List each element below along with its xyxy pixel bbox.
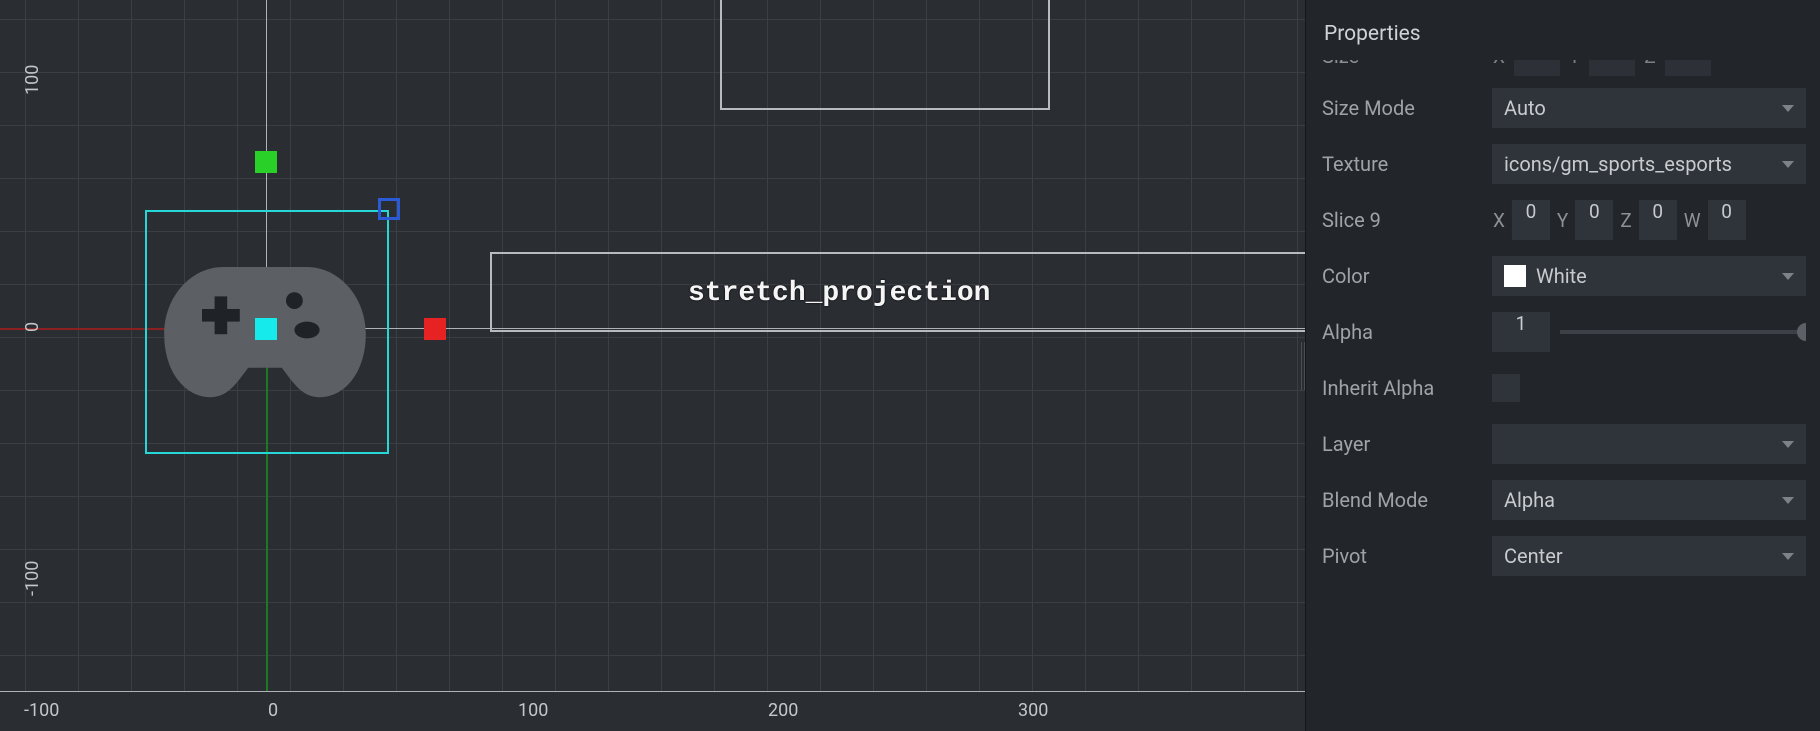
row-inherit-alpha: Inherit Alpha [1320,360,1806,416]
size-mode-value: Auto [1504,96,1546,120]
row-slice9: Slice 9 X 0 Y 0 Z 0 W 0 [1320,192,1806,248]
row-layer: Layer [1320,416,1806,472]
scale-handle[interactable] [378,198,400,220]
color-select[interactable]: White [1492,256,1806,296]
row-size: Size X 96 Y 96 Z 0 [1320,60,1806,80]
outline-box [720,0,1050,110]
panel-title: Properties [1320,0,1806,60]
pivot-select[interactable]: Center [1492,536,1806,576]
layer-label: Layer [1320,432,1492,456]
blend-mode-value: Alpha [1504,488,1555,512]
texture-select[interactable]: icons/gm_sports_esports [1492,144,1806,184]
move-handle-xy[interactable] [255,318,277,340]
slice9-y-input[interactable]: 0 [1575,200,1613,240]
alpha-label: Alpha [1320,320,1492,344]
size-label: Size [1320,60,1492,68]
slice9-w-input[interactable]: 0 [1708,200,1746,240]
panel-body: Size X 96 Y 96 Z 0 Size Mode Auto [1320,60,1806,717]
axis-label-y: Y [1556,209,1569,232]
ruler-x: -100 0 100 200 300 [0,691,1305,731]
ruler-x-tick: 300 [1018,700,1048,721]
ruler-x-tick: 200 [768,700,798,721]
row-texture: Texture icons/gm_sports_esports [1320,136,1806,192]
ruler-x-tick: 100 [518,700,548,721]
slider-knob[interactable] [1797,323,1806,341]
chevron-down-icon [1782,273,1794,280]
blend-mode-select[interactable]: Alpha [1492,480,1806,520]
pivot-label: Pivot [1320,544,1492,568]
chevron-down-icon [1782,553,1794,560]
panel-resize-grip[interactable] [1300,342,1306,390]
size-mode-label: Size Mode [1320,96,1492,120]
slice9-z-input[interactable]: 0 [1639,200,1677,240]
slice9-x-input[interactable]: 0 [1512,200,1550,240]
slice9-label: Slice 9 [1320,208,1492,232]
inherit-alpha-label: Inherit Alpha [1320,376,1492,400]
inherit-alpha-checkbox[interactable] [1492,374,1520,402]
axis-label-y: Y [1568,60,1581,68]
row-size-mode: Size Mode Auto [1320,80,1806,136]
chevron-down-icon [1782,497,1794,504]
axis-label-x: X [1492,60,1506,68]
size-z-input[interactable]: 0 [1665,60,1711,76]
size-y-input[interactable]: 96 [1589,60,1635,76]
row-color: Color White [1320,248,1806,304]
texture-value: icons/gm_sports_esports [1504,152,1732,176]
axis-label-z: Z [1619,209,1632,232]
size-x-input[interactable]: 96 [1514,60,1560,76]
axis-label-z: Z [1643,60,1656,68]
alpha-input[interactable]: 1 [1492,312,1550,352]
pivot-value: Center [1504,544,1563,568]
blend-mode-label: Blend Mode [1320,488,1492,512]
ruler-y-tick: 100 [22,65,43,95]
color-label: Color [1320,264,1492,288]
chevron-down-icon [1782,105,1794,112]
axis-label-x: X [1492,209,1506,232]
chevron-down-icon [1782,441,1794,448]
texture-label: Texture [1320,152,1492,176]
ruler-y-tick: -100 [22,561,43,596]
row-blend-mode: Blend Mode Alpha [1320,472,1806,528]
ruler-y-tick: 0 [22,322,43,332]
size-mode-select[interactable]: Auto [1492,88,1806,128]
move-handle-x[interactable] [424,318,446,340]
color-value: White [1536,264,1587,288]
axis-label-w: W [1683,209,1702,232]
ruler-x-tick: 0 [268,700,278,721]
row-pivot: Pivot Center [1320,528,1806,584]
properties-panel: Properties Size X 96 Y 96 Z 0 Size Mode [1305,0,1820,731]
scene-viewport[interactable]: stretch_projection -100 0 100 200 300 10… [0,0,1305,731]
color-swatch [1504,265,1526,287]
chevron-down-icon [1782,161,1794,168]
ruler-y: 100 0 -100 [0,0,28,691]
ruler-x-tick: -100 [24,700,59,721]
layer-select[interactable] [1492,424,1806,464]
alpha-slider[interactable] [1560,330,1806,334]
node-label: stretch_projection [688,278,990,309]
row-alpha: Alpha 1 [1320,304,1806,360]
move-handle-y[interactable] [255,151,277,173]
